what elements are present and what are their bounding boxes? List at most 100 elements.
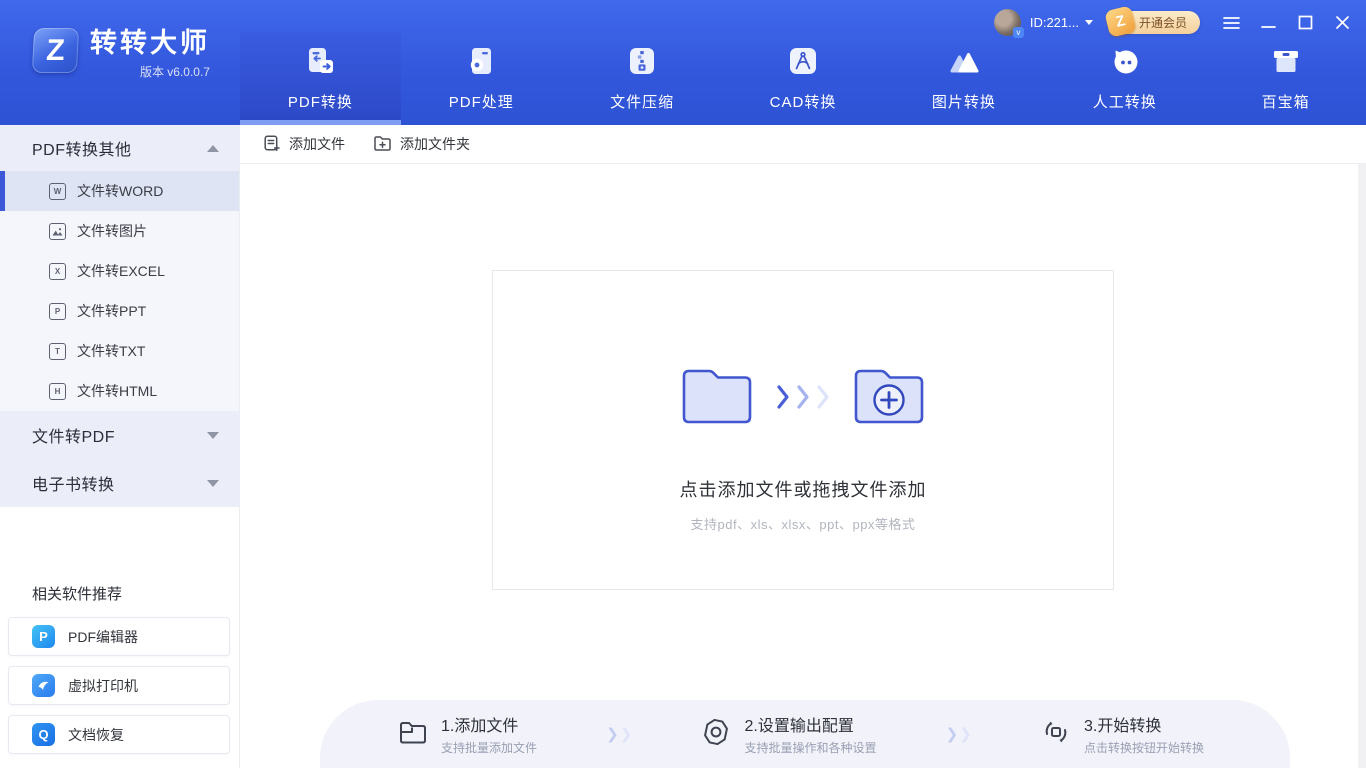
user-id[interactable]: ID:221... (1030, 15, 1079, 30)
tab-label: CAD转换 (769, 94, 837, 111)
sidebar-item-label: 文件转WORD (77, 183, 164, 199)
step-desc: 支持批量操作和各种设置 (744, 741, 877, 755)
minimize-icon[interactable] (1259, 14, 1277, 32)
tab-label: 百宝箱 (1261, 94, 1310, 111)
recommend-pdf-editor[interactable]: P PDF编辑器 (8, 617, 230, 656)
add-folder-label: 添加文件夹 (400, 136, 470, 152)
app-version: 版本 v6.0.0.7 (139, 65, 210, 79)
image-convert-icon (944, 43, 984, 87)
sidebar-item-file-to-ppt[interactable]: P 文件转PPT (0, 291, 239, 331)
sidebar-group-items: W 文件转WORD 文件转图片 X 文件转EXCEL P 文件转PPT T 文件… (0, 171, 239, 411)
recommend-label: PDF编辑器 (68, 628, 138, 645)
vip-z-icon: Z (1104, 5, 1137, 38)
pdf-process-icon (461, 43, 501, 87)
vertical-scrollbar[interactable] (1358, 164, 1366, 768)
step-output-config: 2.设置输出配置 支持批量操作和各种设置 (701, 712, 877, 756)
virtual-printer-icon (32, 674, 55, 697)
user-bar: v ID:221... Z 开通会员 (993, 5, 1351, 38)
sidebar-group-ebook-convert[interactable]: 电子书转换 (0, 459, 239, 507)
sidebar-item-label: 文件转图片 (77, 223, 147, 239)
sidebar-item-file-to-html[interactable]: H 文件转HTML (0, 371, 239, 411)
file-drop-zone[interactable]: 点击添加文件或拖拽文件添加 支持pdf、xls、xlsx、ppt、ppx等格式 (492, 270, 1114, 590)
tab-cad-convert[interactable]: CAD转换 (723, 0, 884, 125)
sidebar-item-file-to-image[interactable]: 文件转图片 (0, 211, 239, 251)
app-brand: Z 转转大师 版本 v6.0.0.7 (31, 28, 210, 80)
tab-pdf-convert[interactable]: PDF转换 (240, 0, 401, 125)
menu-icon[interactable] (1222, 14, 1240, 32)
tab-file-compress[interactable]: 文件压缩 (562, 0, 723, 125)
sidebar-item-label: 文件转PPT (77, 303, 147, 319)
sidebar-item-file-to-txt[interactable]: T 文件转TXT (0, 331, 239, 371)
drop-zone-art (676, 359, 930, 434)
step-chevron-icon: ❯ ❯ (945, 726, 972, 743)
maximize-icon[interactable] (1296, 14, 1314, 32)
sidebar-group-file-to-pdf[interactable]: 文件转PDF (0, 411, 239, 459)
drop-zone-title: 点击添加文件或拖拽文件添加 (679, 480, 927, 500)
step-title: 1.添加文件 (441, 718, 519, 735)
folder-icon (676, 359, 760, 434)
doc-p-icon: P (49, 302, 66, 320)
recommend-section: 相关软件推荐 P PDF编辑器 虚拟打印机 Q 文档恢复 (0, 583, 239, 754)
doc-t-icon: T (49, 342, 66, 360)
step-title: 3.开始转换 (1083, 718, 1162, 735)
group-label: PDF转换其他 (32, 142, 132, 159)
tab-label: 人工转换 (1092, 94, 1157, 111)
doc-recovery-icon: Q (32, 723, 55, 746)
sidebar-item-label: 文件转EXCEL (77, 263, 165, 279)
pdf-editor-icon: P (32, 625, 55, 648)
step-desc: 点击转换按钮开始转换 (1083, 741, 1204, 755)
file-toolbar: 添加文件 添加文件夹 (240, 125, 1366, 164)
group-label: 文件转PDF (32, 429, 116, 446)
user-dropdown-caret-icon[interactable] (1084, 20, 1093, 25)
sidebar-item-label: 文件转HTML (77, 383, 158, 399)
sidebar-item-label: 文件转TXT (77, 343, 146, 359)
tab-label: PDF转换 (287, 94, 353, 111)
add-folder-plus-icon (846, 359, 930, 434)
drop-zone-subtitle: 支持pdf、xls、xlsx、ppt、ppx等格式 (690, 517, 916, 532)
tab-pdf-process[interactable]: PDF处理 (401, 0, 562, 125)
step-convert-icon (1041, 717, 1071, 752)
sidebar: PDF转换其他 W 文件转WORD 文件转图片 X 文件转EXCEL P 文件转… (0, 125, 240, 768)
doc-x-icon: X (49, 262, 66, 280)
add-file-button[interactable]: 添加文件 (263, 134, 345, 155)
window-controls (1222, 14, 1351, 32)
arrow-chevrons-icon (774, 384, 832, 410)
steps-guide-bar: 1.添加文件 支持批量添加文件 ❯ ❯ 2.设置输出配置 支持批量操作和各种设置 … (320, 700, 1290, 768)
step-desc: 支持批量添加文件 (441, 741, 538, 755)
add-folder-icon (373, 134, 392, 155)
recommend-title: 相关软件推荐 (32, 586, 123, 603)
add-file-label: 添加文件 (289, 136, 345, 152)
recommend-doc-recovery[interactable]: Q 文档恢复 (8, 715, 230, 754)
vip-label: 开通会员 (1138, 16, 1187, 30)
tab-label: 图片转换 (931, 94, 996, 111)
group-label: 电子书转换 (32, 477, 115, 494)
pdf-convert-icon (300, 43, 340, 87)
avatar-vip-badge: v (1012, 27, 1024, 38)
app-name: 转转大师 (90, 28, 210, 58)
avatar[interactable]: v (993, 9, 1024, 38)
step-chevron-icon: ❯ ❯ (606, 726, 633, 743)
app-logo-icon: Z (31, 28, 80, 73)
recommend-virtual-printer[interactable]: 虚拟打印机 (8, 666, 230, 705)
manual-convert-icon (1105, 43, 1145, 87)
doc-w-icon: W (49, 182, 66, 200)
image-file-icon (49, 222, 66, 240)
close-icon[interactable] (1333, 14, 1351, 32)
collapse-caret-icon (207, 144, 219, 152)
cad-convert-icon (783, 43, 823, 87)
sidebar-item-file-to-word[interactable]: W 文件转WORD (0, 171, 239, 211)
vip-upgrade-button[interactable]: Z 开通会员 (1104, 5, 1200, 38)
step-folder-icon (398, 718, 428, 751)
recommend-label: 虚拟打印机 (68, 677, 138, 694)
recommend-label: 文档恢复 (68, 726, 124, 743)
sidebar-group-pdf-convert-other[interactable]: PDF转换其他 (0, 125, 239, 171)
doc-h-icon: H (49, 382, 66, 400)
add-folder-button[interactable]: 添加文件夹 (373, 134, 470, 155)
expand-caret-icon (207, 431, 219, 439)
step-add-file: 1.添加文件 支持批量添加文件 (398, 712, 537, 756)
file-compress-icon (622, 43, 662, 87)
step-target-icon (701, 717, 731, 752)
sidebar-item-file-to-excel[interactable]: X 文件转EXCEL (0, 251, 239, 291)
add-file-icon (263, 134, 281, 155)
toolbox-icon (1266, 43, 1306, 87)
